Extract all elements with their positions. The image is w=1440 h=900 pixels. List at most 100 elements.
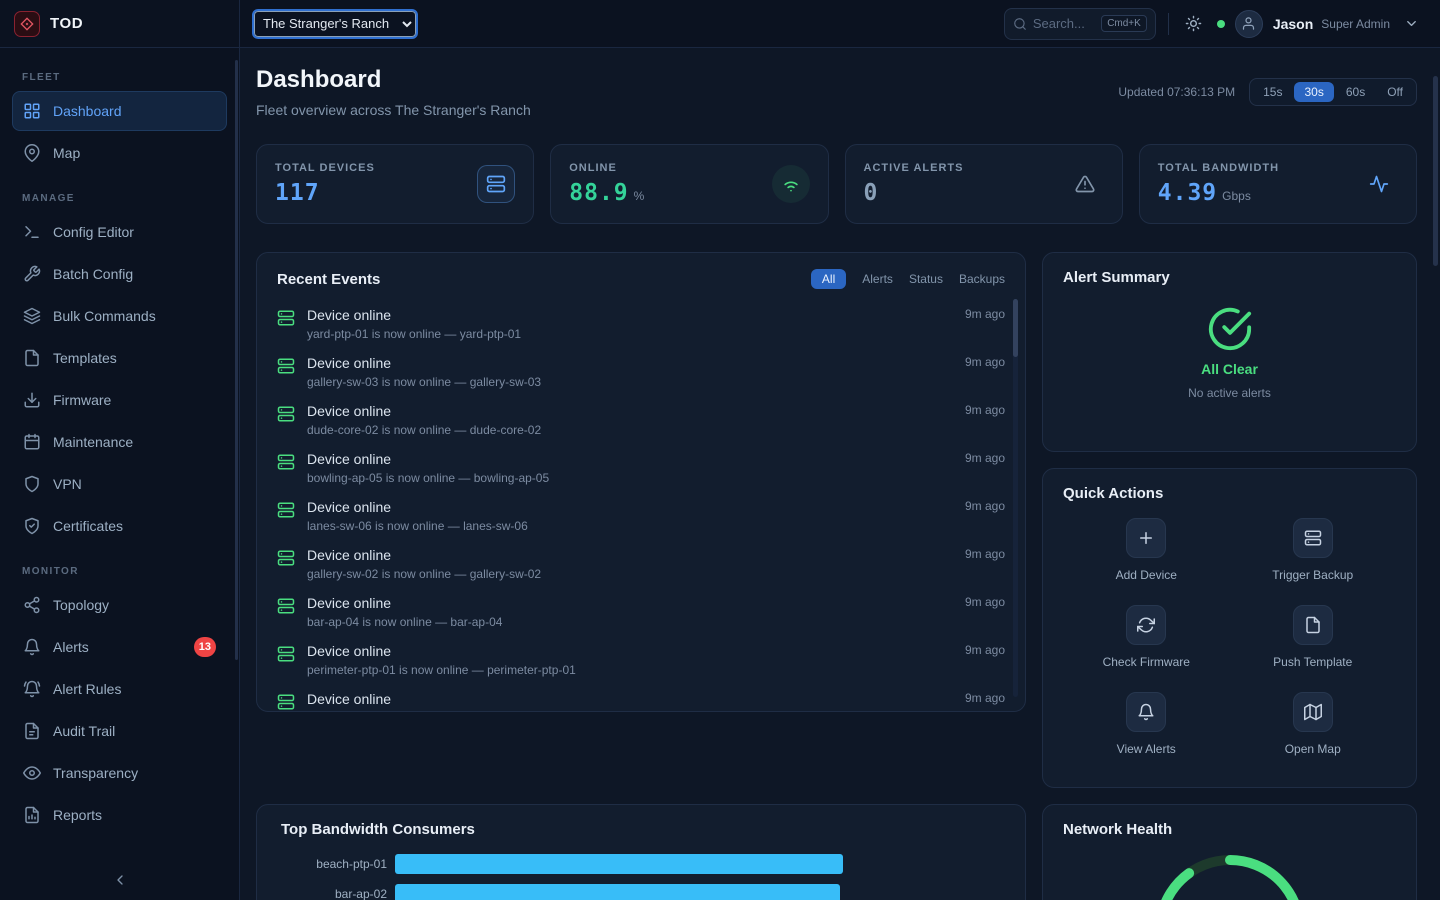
sidebar-item-batch-config[interactable]: Batch Config <box>12 254 227 294</box>
site-selector[interactable]: The Stranger's Ranch <box>254 11 416 37</box>
refresh-option-off[interactable]: Off <box>1377 82 1413 102</box>
avatar[interactable] <box>1235 10 1263 38</box>
quick-actions-title: Quick Actions <box>1063 485 1163 502</box>
server-icon <box>1293 518 1333 558</box>
server-icon <box>277 549 295 567</box>
event-row[interactable]: Device onlinebar-ap-04 is now online — b… <box>277 587 1005 635</box>
action-label: View Alerts <box>1117 742 1176 756</box>
filter-backups[interactable]: Backups <box>959 272 1005 286</box>
sidebar-item-audit-trail[interactable]: Audit Trail <box>12 711 227 751</box>
filter-status[interactable]: Status <box>909 272 943 286</box>
event-time: 9m ago <box>953 595 1005 609</box>
sidebar-item-map[interactable]: Map <box>12 133 227 173</box>
top-bandwidth-title: Top Bandwidth Consumers <box>281 821 475 838</box>
page-scrollbar-thumb[interactable] <box>1433 76 1438 266</box>
sidebar-section-monitor: MONITOR <box>12 566 227 577</box>
refresh-option-60s[interactable]: 60s <box>1336 82 1375 102</box>
terminal-icon <box>23 223 41 241</box>
user-name: Jason <box>1273 16 1313 32</box>
sidebar-item-bulk-commands[interactable]: Bulk Commands <box>12 296 227 336</box>
chevron-down-icon <box>1404 16 1419 31</box>
wrench-icon <box>23 265 41 283</box>
stat-value: 4.39 <box>1158 180 1217 206</box>
event-text: Device onlineperimeter-ptp-01 is now onl… <box>307 643 576 677</box>
bandwidth-device-label: bar-ap-02 <box>281 887 387 900</box>
event-row[interactable]: Device onlinegallery-sw-02 is now online… <box>277 539 1005 587</box>
filter-alerts[interactable]: Alerts <box>862 272 893 286</box>
event-time: 9m ago <box>953 307 1005 321</box>
sidebar-item-label: Certificates <box>53 518 123 534</box>
filter-all[interactable]: All <box>811 269 846 289</box>
event-row[interactable]: Device onlinedude-core-02 is now online … <box>277 395 1005 443</box>
event-row[interactable]: Device onlinebowling-ap-05 is now online… <box>277 443 1005 491</box>
topbar-right: Cmd+K Jason Super Admin <box>1004 8 1440 40</box>
sidebar-item-config-editor[interactable]: Config Editor <box>12 212 227 252</box>
sidebar-item-label: Firmware <box>53 392 111 408</box>
action-push-template[interactable]: Push Template <box>1230 605 1397 669</box>
sidebar-item-label: Dashboard <box>53 103 122 119</box>
user-menu-button[interactable] <box>1398 11 1424 37</box>
event-title: Device online <box>307 499 528 515</box>
sidebar-item-vpn[interactable]: VPN <box>12 464 227 504</box>
file-icon <box>23 349 41 367</box>
bandwidth-row: beach-ptp-01 <box>281 854 1001 874</box>
sidebar-item-certificates[interactable]: Certificates <box>12 506 227 546</box>
stat-unit: % <box>634 189 645 203</box>
sidebar-item-dashboard[interactable]: Dashboard <box>12 91 227 131</box>
action-view-alerts[interactable]: View Alerts <box>1063 692 1230 756</box>
search-box[interactable]: Cmd+K <box>1004 8 1156 40</box>
event-time: 9m ago <box>953 355 1005 369</box>
search-input[interactable] <box>1033 16 1095 31</box>
map-pin-icon <box>23 144 41 162</box>
event-row[interactable]: Device online 9m ago <box>277 683 1005 712</box>
network-health-title: Network Health <box>1063 821 1172 838</box>
sidebar-item-firmware[interactable]: Firmware <box>12 380 227 420</box>
sidebar-item-templates[interactable]: Templates <box>12 338 227 378</box>
download-icon <box>23 391 41 409</box>
action-add-device[interactable]: Add Device <box>1063 518 1230 582</box>
sidebar-item-label: Transparency <box>53 765 138 781</box>
recent-events-card: Recent Events All Alerts Status Backups … <box>256 252 1026 712</box>
sidebar-item-label: Config Editor <box>53 224 134 240</box>
refresh-interval-segmented: 15s 30s 60s Off <box>1249 78 1417 106</box>
calendar-icon <box>23 433 41 451</box>
stat-cards-row: TOTAL DEVICES 117 ONLINE 88.9% ACTIVE AL… <box>256 144 1417 224</box>
refresh-option-15s[interactable]: 15s <box>1253 82 1292 102</box>
file-text-icon <box>23 722 41 740</box>
sidebar-item-label: Topology <box>53 597 109 613</box>
content-grid: Recent Events All Alerts Status Backups … <box>256 252 1417 900</box>
stat-info: TOTAL DEVICES 117 <box>275 162 375 206</box>
sidebar-item-transparency[interactable]: Transparency <box>12 753 227 793</box>
app-logo-icon <box>14 11 40 37</box>
sidebar-item-maintenance[interactable]: Maintenance <box>12 422 227 462</box>
sidebar-item-reports[interactable]: Reports <box>12 795 227 835</box>
sidebar-item-label: Audit Trail <box>53 723 115 739</box>
event-detail: gallery-sw-02 is now online — gallery-sw… <box>307 567 541 581</box>
stat-card-online: ONLINE 88.9% <box>550 144 828 224</box>
theme-toggle-button[interactable] <box>1181 11 1207 37</box>
sidebar-scrollbar[interactable] <box>235 60 238 660</box>
action-trigger-backup[interactable]: Trigger Backup <box>1230 518 1397 582</box>
event-row[interactable]: Device onlinelanes-sw-06 is now online —… <box>277 491 1005 539</box>
alert-summary-card: Alert Summary All Clear No active alerts <box>1042 252 1417 452</box>
updated-timestamp: Updated 07:36:13 PM <box>1118 85 1235 99</box>
sidebar-item-alerts[interactable]: Alerts 13 <box>12 627 227 667</box>
sidebar-item-alert-rules[interactable]: Alert Rules <box>12 669 227 709</box>
alert-triangle-icon <box>1066 165 1104 203</box>
sidebar-item-topology[interactable]: Topology <box>12 585 227 625</box>
event-row[interactable]: Device onlineyard-ptp-01 is now online —… <box>277 299 1005 347</box>
refresh-option-30s[interactable]: 30s <box>1294 82 1333 102</box>
events-scrollbar-thumb[interactable] <box>1013 299 1018 357</box>
chevron-left-icon <box>112 872 128 888</box>
action-label: Open Map <box>1285 742 1341 756</box>
event-filters: All Alerts Status Backups <box>811 269 1005 289</box>
stat-card-total-devices: TOTAL DEVICES 117 <box>256 144 534 224</box>
top-bandwidth-card: Top Bandwidth Consumers beach-ptp-01 bar… <box>256 804 1026 900</box>
event-row[interactable]: Device onlineperimeter-ptp-01 is now onl… <box>277 635 1005 683</box>
action-open-map[interactable]: Open Map <box>1230 692 1397 756</box>
event-row[interactable]: Device onlinegallery-sw-03 is now online… <box>277 347 1005 395</box>
network-health-card: Network Health <box>1042 804 1417 900</box>
action-check-firmware[interactable]: Check Firmware <box>1063 605 1230 669</box>
sidebar-collapse-button[interactable] <box>12 866 228 894</box>
server-icon <box>277 693 295 711</box>
